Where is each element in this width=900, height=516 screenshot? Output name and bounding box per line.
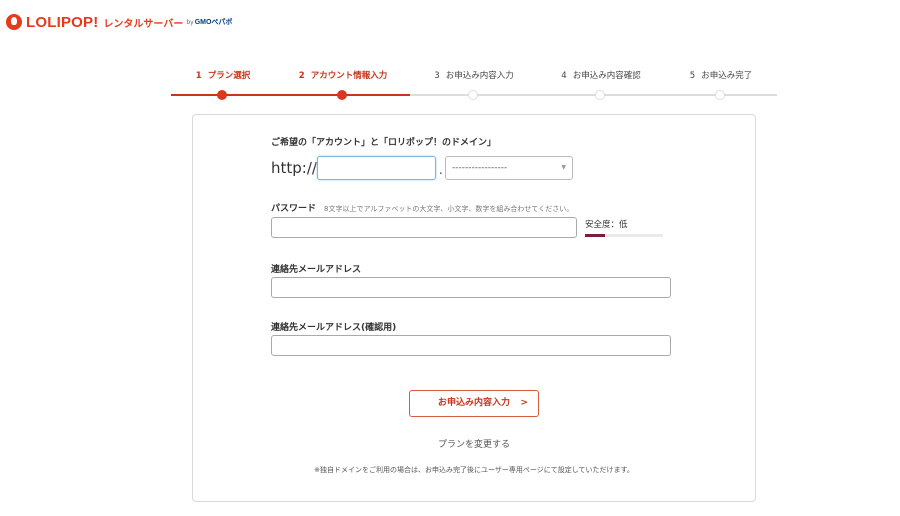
step-account-info: 2 アカウント情報入力 [283,68,403,100]
step-dot [337,90,347,100]
step-label: 5 お申込み完了 [689,71,753,81]
password-strength-label: 安全度：低 [585,220,628,230]
email-label: 連絡先メールアドレス [271,265,362,275]
step-dot [715,90,725,100]
change-plan-link-wrap: プランを変更する [193,437,755,450]
gmo-pepabo-logo: GMOペパボ [194,19,233,26]
logo-by: by [186,18,194,26]
logo-text: LOLIPOP! [26,13,99,31]
url-prefix: http:// [271,159,317,177]
domain-select-value: ----------------- [452,163,508,173]
account-form-card: ご希望の「アカウント」と「ロリポップ！のドメイン」 http:// . ----… [192,114,756,502]
step-label: 1 プラン選択 [195,71,251,81]
logo[interactable]: LOLIPOP! レンタルサーバー by GMOペパボ [6,11,232,33]
step-application-complete: 5 お申込み完了 [661,68,781,100]
domain-note: ※独自ドメインをご利用の場合は、お申込み完了後にユーザー専用ページにて設定してい… [314,466,634,474]
change-plan-link[interactable]: プランを変更する [438,440,510,450]
email-confirm-input[interactable] [271,335,671,356]
submit-application-button[interactable]: お申込み内容入力 > [409,390,539,417]
password-label: パスワード 8文字以上でアルファベットの大文字、小文字、数字を組み合わせてください… [271,204,574,214]
password-hint: 8文字以上でアルファベットの大文字、小文字、数字を組み合わせてください。 [324,205,574,213]
password-strength-fill [585,234,605,237]
domain-select[interactable]: ----------------- ▼ [445,156,573,180]
step-label: 3 お申込み内容入力 [434,71,514,81]
logo-subtitle: レンタルサーバー [103,18,184,30]
stepper-track-active [171,94,411,96]
step-dot [217,90,227,100]
step-dot [595,90,605,100]
account-domain-label: ご希望の「アカウント」と「ロリポップ！のドメイン」 [271,138,497,148]
step-label: 2 アカウント情報入力 [298,71,388,81]
chevron-right-icon: > [520,398,528,408]
account-input[interactable] [317,156,436,180]
step-application-confirm: 4 お申込み内容確認 [541,68,661,100]
step-application-input: 3 お申込み内容入力 [414,68,534,100]
progress-stepper: 1 プラン選択 2 アカウント情報入力 3 お申込み内容入力 4 お申込み内容確認 5お… [171,68,777,102]
submit-button-label: お申込み内容入力 [437,398,510,408]
password-strength-meter [585,234,663,237]
email-input[interactable] [271,277,671,298]
step-plan-selection: 1 プラン選択 [163,68,283,100]
email-confirm-label: 連絡先メールアドレス(確認用) [271,323,397,333]
lollipop-icon [6,14,22,30]
password-input[interactable] [271,217,577,238]
domain-separator: . [439,163,443,177]
step-dot [468,90,478,100]
step-label: 4 お申込み内容確認 [561,71,641,81]
chevron-down-icon: ▼ [561,164,566,171]
